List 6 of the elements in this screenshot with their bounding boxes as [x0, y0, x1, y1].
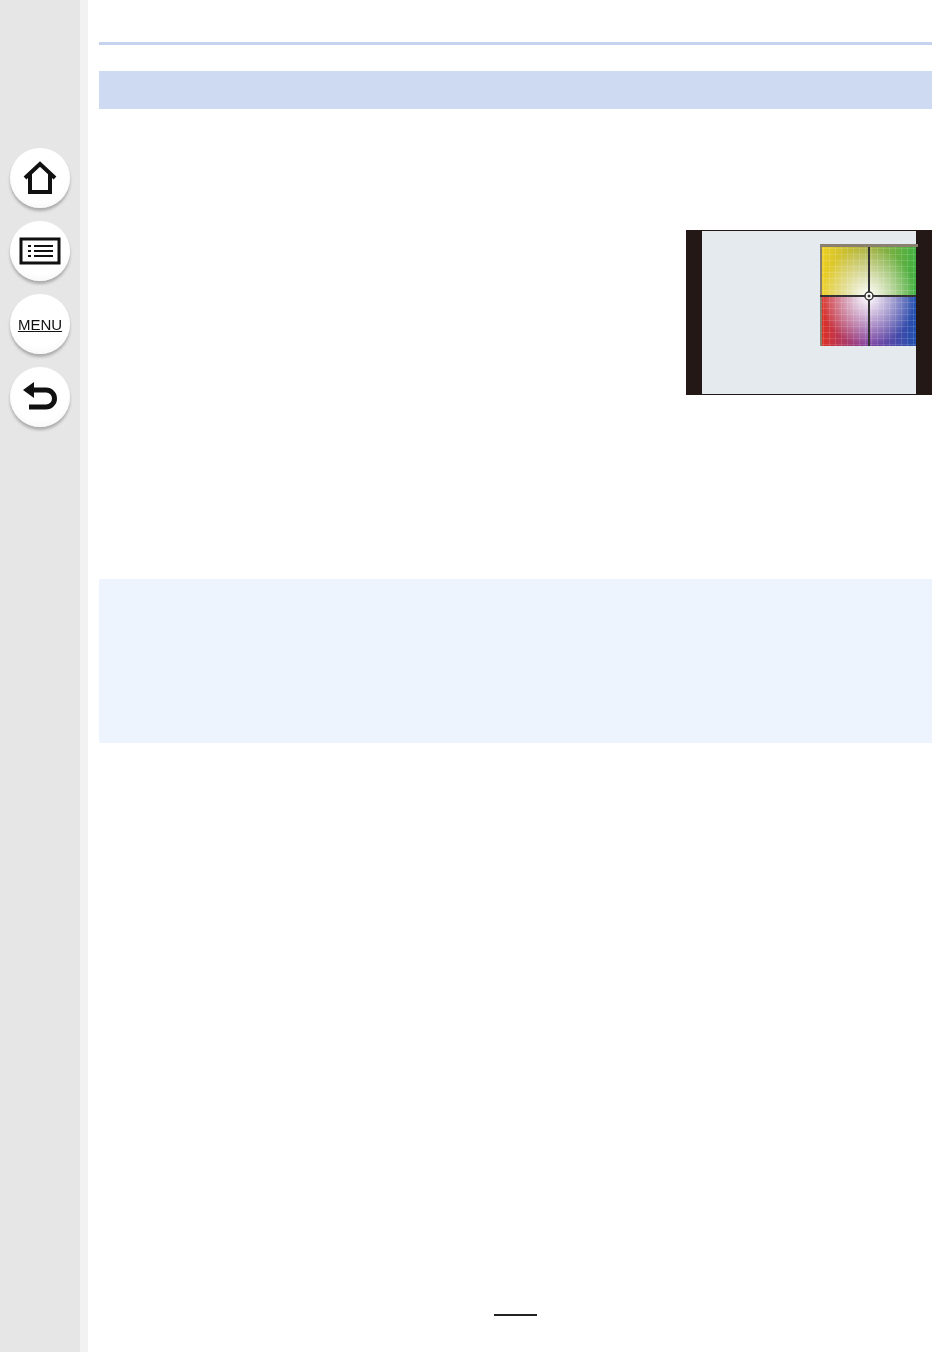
home-icon [22, 161, 58, 195]
back-button[interactable] [10, 367, 70, 427]
list-icon [19, 237, 61, 265]
menu-button[interactable]: MENU [10, 294, 70, 354]
contents-button[interactable] [10, 221, 70, 281]
home-button[interactable] [10, 148, 70, 208]
